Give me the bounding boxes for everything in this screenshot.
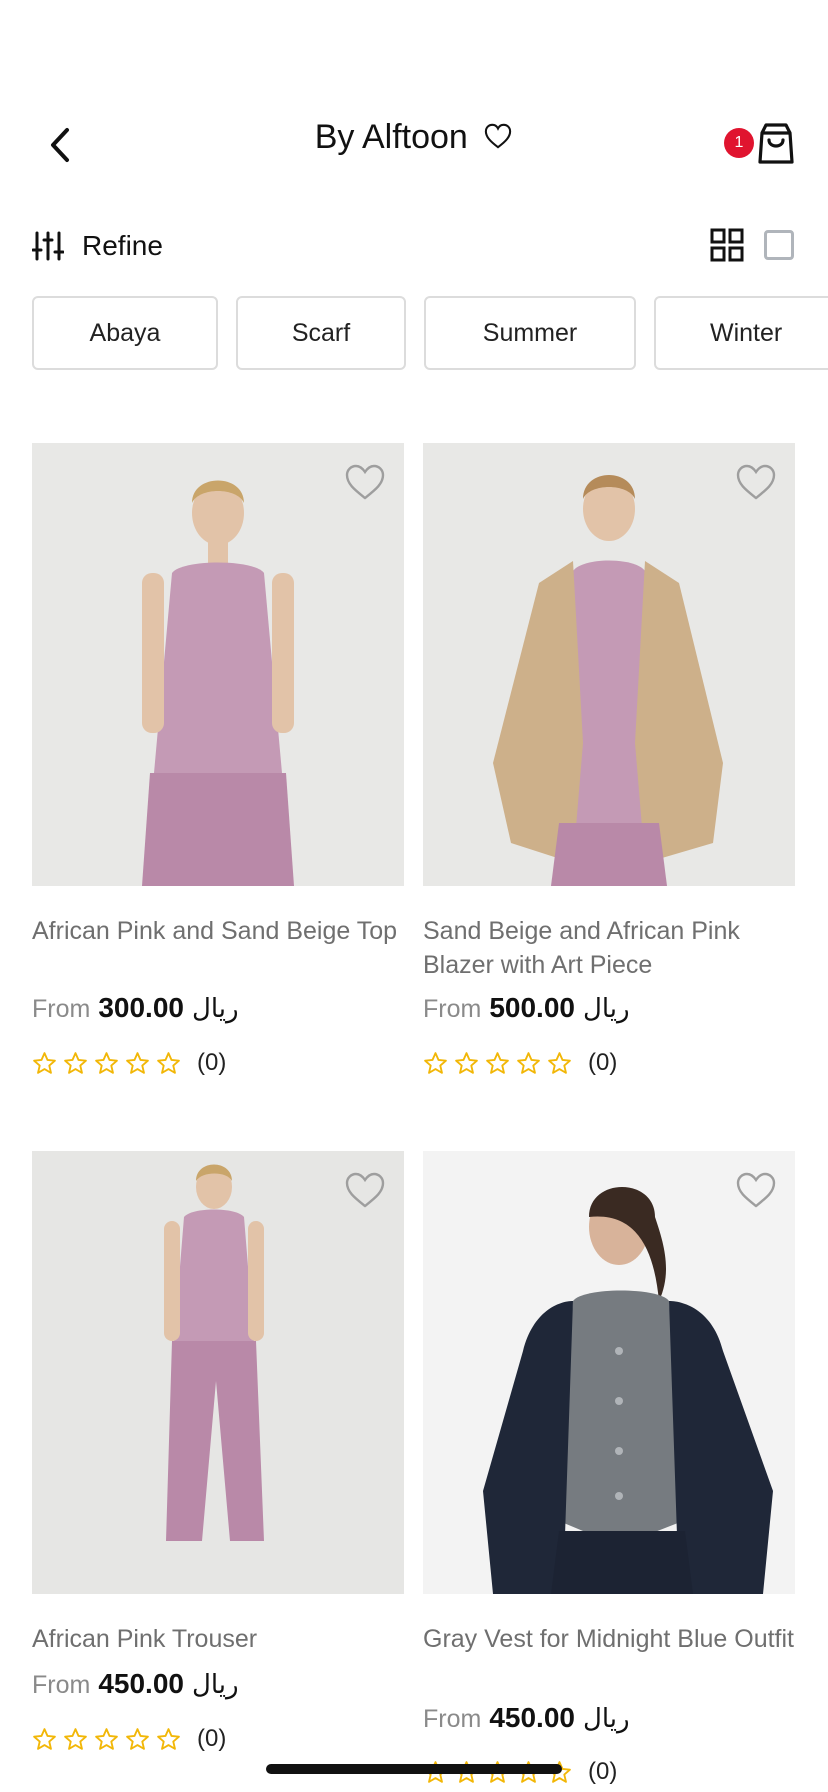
- star-outline-icon: [517, 1051, 540, 1074]
- single-view-toggle[interactable]: [764, 230, 794, 260]
- price-prefix: From: [423, 995, 482, 1023]
- chip-scarf[interactable]: Scarf: [236, 296, 406, 370]
- chip-summer[interactable]: Summer: [424, 296, 636, 370]
- star-outline-icon: [157, 1051, 180, 1074]
- price-amount: 450.00: [98, 1668, 184, 1699]
- product-price: From 300.00 ريال: [32, 992, 239, 1024]
- star-outline-icon: [126, 1051, 149, 1074]
- star-outline-icon: [64, 1727, 87, 1750]
- star-outline-icon: [33, 1051, 56, 1074]
- product-price: From 450.00 ريال: [423, 1702, 630, 1734]
- rating-count: (0): [588, 1049, 618, 1076]
- cart-button[interactable]: 1: [722, 118, 802, 174]
- heart-icon[interactable]: [483, 122, 513, 150]
- star-outline-icon: [126, 1727, 149, 1750]
- product-rating: (0): [423, 1049, 617, 1077]
- wishlist-heart-icon[interactable]: [344, 463, 386, 501]
- price-amount: 300.00: [98, 992, 184, 1023]
- grid-view-toggle[interactable]: [710, 228, 744, 262]
- wishlist-heart-icon[interactable]: [735, 1171, 777, 1209]
- product-photo: [423, 1151, 795, 1594]
- product-name[interactable]: Gray Vest for Midnight Blue Outfit: [423, 1622, 795, 1656]
- product-rating: (0): [32, 1725, 226, 1753]
- product-price: From 500.00 ريال: [423, 992, 630, 1024]
- chip-abaya[interactable]: Abaya: [32, 296, 218, 370]
- star-outline-icon: [64, 1051, 87, 1074]
- rating-count: (0): [197, 1725, 227, 1752]
- home-indicator[interactable]: [266, 1764, 562, 1774]
- star-outline-icon: [157, 1727, 180, 1750]
- wishlist-heart-icon[interactable]: [344, 1171, 386, 1209]
- price-amount: 500.00: [489, 992, 575, 1023]
- product-name[interactable]: African Pink Trouser: [32, 1622, 404, 1656]
- product-image[interactable]: [423, 443, 795, 886]
- star-outline-icon: [548, 1051, 571, 1074]
- page-title: By Alftoon: [0, 118, 828, 157]
- product-price: From 450.00 ريال: [32, 1668, 239, 1700]
- price-currency: ريال: [582, 1704, 630, 1734]
- price-currency: ريال: [582, 994, 630, 1024]
- star-outline-icon: [424, 1051, 447, 1074]
- shopping-bag-icon: [758, 123, 794, 164]
- star-outline-icon: [95, 1727, 118, 1750]
- filter-sliders-icon: [32, 231, 64, 261]
- star-outline-icon: [455, 1051, 478, 1074]
- price-currency: ريال: [191, 1670, 239, 1700]
- rating-count: (0): [197, 1049, 227, 1076]
- star-outline-icon: [486, 1051, 509, 1074]
- price-prefix: From: [32, 1671, 91, 1699]
- wishlist-heart-icon[interactable]: [735, 463, 777, 501]
- refine-label: Refine: [82, 230, 163, 261]
- page-title-text: By Alftoon: [314, 118, 468, 156]
- grid-icon: [710, 228, 744, 262]
- star-outline-icon: [95, 1051, 118, 1074]
- rating-count: (0): [588, 1758, 618, 1785]
- price-prefix: From: [423, 1705, 482, 1733]
- price-currency: ريال: [191, 994, 239, 1024]
- product-image[interactable]: [423, 1151, 795, 1594]
- price-amount: 450.00: [489, 1702, 575, 1733]
- product-name[interactable]: African Pink and Sand Beige Top: [32, 914, 404, 948]
- product-photo: [32, 1151, 404, 1594]
- product-name[interactable]: Sand Beige and African Pink Blazer with …: [423, 914, 795, 982]
- chip-winter[interactable]: Winter: [654, 296, 828, 370]
- refine-button[interactable]: Refine: [32, 226, 163, 266]
- star-outline-icon: [33, 1727, 56, 1750]
- product-photo: [32, 443, 404, 886]
- product-rating: (0): [32, 1049, 226, 1077]
- product-image[interactable]: [32, 1151, 404, 1594]
- cart-badge: 1: [724, 128, 754, 158]
- product-photo: [423, 443, 795, 886]
- price-prefix: From: [32, 995, 91, 1023]
- product-image[interactable]: [32, 443, 404, 886]
